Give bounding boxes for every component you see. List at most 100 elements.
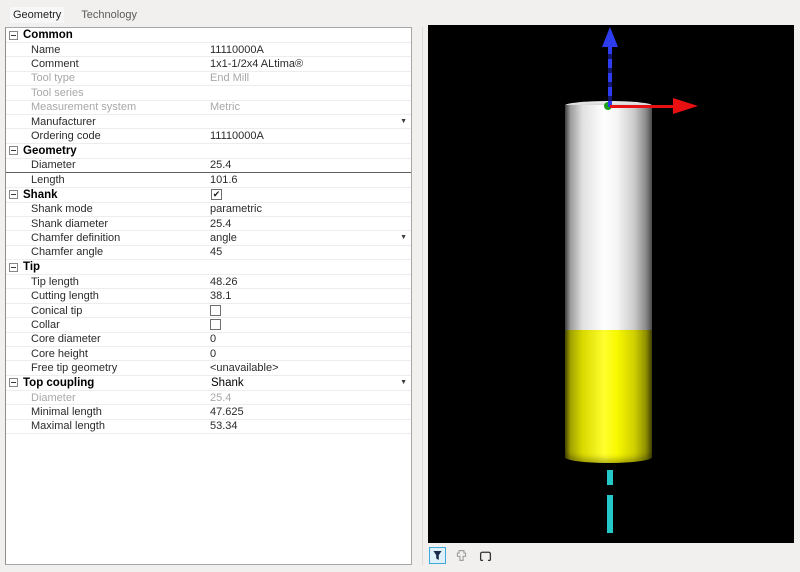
property-value-cell[interactable]: 47.625: [210, 406, 411, 418]
section-header-geometry[interactable]: Geometry: [6, 144, 411, 159]
collapse-icon[interactable]: [9, 190, 18, 199]
property-row-manufacturer: Manufacturer ▼: [6, 115, 411, 129]
property-value[interactable]: 25.4: [210, 159, 407, 171]
property-value-cell[interactable]: 25.4: [210, 159, 411, 171]
section-header-shank[interactable]: Shank✔: [6, 188, 411, 203]
collapse-icon[interactable]: [9, 263, 18, 272]
section-value-cell: Shank ▼: [211, 377, 411, 389]
tool-centerline-dash: [607, 495, 613, 533]
property-value-cell[interactable]: <unavailable>: [210, 362, 411, 374]
tab-technology[interactable]: Technology: [78, 7, 140, 23]
holder-visibility-button[interactable]: [453, 547, 470, 564]
property-value[interactable]: 0: [210, 333, 407, 345]
property-value[interactable]: <unavailable>: [210, 362, 407, 374]
dropdown-arrow-icon[interactable]: ▼: [400, 379, 407, 386]
property-label: Manufacturer: [6, 116, 210, 128]
property-label: Name: [6, 44, 210, 56]
property-value[interactable]: 48.26: [210, 276, 407, 288]
property-row-tool-series: Tool series: [6, 86, 411, 100]
property-value-cell[interactable]: 25.4: [210, 218, 411, 230]
property-value[interactable]: 101.6: [210, 174, 407, 186]
property-value[interactable]: 0: [210, 348, 407, 360]
property-value-cell: 25.4: [210, 392, 411, 404]
property-value-cell[interactable]: 101.6: [210, 174, 411, 186]
property-value: End Mill: [210, 72, 407, 84]
property-row-measurement-system: Measurement systemMetric: [6, 101, 411, 115]
property-value[interactable]: angle: [210, 232, 396, 244]
property-row-ordering-code: Ordering code11110000A: [6, 129, 411, 143]
property-label: Shank diameter: [6, 218, 210, 230]
property-row-conical-tip: Conical tip: [6, 304, 411, 318]
section-value[interactable]: Shank: [211, 377, 396, 389]
property-value-cell[interactable]: 45: [210, 246, 411, 258]
property-value-cell[interactable]: 48.26: [210, 276, 411, 288]
fit-view-button[interactable]: [477, 547, 494, 564]
property-value-cell[interactable]: 0: [210, 348, 411, 360]
property-row-tool-type: Tool typeEnd Mill: [6, 72, 411, 86]
property-value[interactable]: 1x1-1/2x4 ALtima®: [210, 58, 407, 70]
property-row-diameter: Diameter25.4: [6, 391, 411, 405]
property-label: Free tip geometry: [6, 362, 210, 374]
property-label: Maximal length: [6, 420, 210, 432]
property-value-cell[interactable]: [210, 305, 411, 316]
property-label: Ordering code: [6, 130, 210, 142]
property-label: Tip length: [6, 276, 210, 288]
property-value-cell[interactable]: angle ▼: [210, 232, 411, 244]
property-value-cell[interactable]: 1x1-1/2x4 ALtima®: [210, 58, 411, 70]
property-value[interactable]: parametric: [210, 203, 407, 215]
property-value[interactable]: 45: [210, 246, 407, 258]
property-value-cell[interactable]: parametric: [210, 203, 411, 215]
property-label: Minimal length: [6, 406, 210, 418]
collapse-icon[interactable]: [9, 378, 18, 387]
section-header-top-coupling[interactable]: Top couplingShank ▼: [6, 376, 411, 391]
tool-visibility-button[interactable]: [429, 547, 446, 564]
checkbox[interactable]: [210, 305, 221, 316]
property-value-cell[interactable]: 11110000A: [210, 44, 411, 56]
property-value-cell: End Mill: [210, 72, 411, 84]
property-value[interactable]: 53.34: [210, 420, 407, 432]
property-value[interactable]: 47.625: [210, 406, 407, 418]
property-row-minimal-length: Minimal length47.625: [6, 405, 411, 419]
property-value-cell[interactable]: 53.34: [210, 420, 411, 432]
z-axis-line: [608, 45, 612, 107]
property-value-cell[interactable]: 0: [210, 333, 411, 345]
property-row-collar: Collar: [6, 318, 411, 332]
property-value[interactable]: 25.4: [210, 218, 407, 230]
property-row-shank-mode: Shank modeparametric: [6, 203, 411, 217]
section-title-text: Common: [23, 29, 73, 41]
property-row-chamfer-definition: Chamfer definitionangle▼: [6, 231, 411, 245]
section-header-tip[interactable]: Tip: [6, 260, 411, 275]
collapse-icon[interactable]: [9, 31, 18, 40]
property-label: Core height: [6, 348, 210, 360]
collapse-icon[interactable]: [9, 146, 18, 155]
section-title: Geometry: [23, 145, 211, 157]
property-value-cell[interactable]: 11110000A: [210, 130, 411, 142]
dropdown-arrow-icon[interactable]: ▼: [400, 118, 407, 125]
section-header-common[interactable]: Common: [6, 28, 411, 43]
x-axis-arrowhead-icon: [673, 98, 698, 114]
property-row-core-height: Core height0: [6, 347, 411, 361]
tab-geometry[interactable]: Geometry: [10, 7, 64, 23]
property-value-cell[interactable]: ▼: [210, 118, 411, 125]
property-row-tip-length: Tip length48.26: [6, 275, 411, 289]
section-title: Top coupling: [23, 377, 211, 389]
property-row-comment: Comment1x1-1/2x4 ALtima®: [6, 57, 411, 71]
checkbox[interactable]: ✔: [211, 189, 222, 200]
tool-3d-viewport[interactable]: [428, 25, 794, 543]
tool-holder-icon: [455, 549, 468, 562]
checkbox[interactable]: [210, 319, 221, 330]
property-value[interactable]: 11110000A: [210, 44, 407, 56]
property-row-free-tip-geometry: Free tip geometry<unavailable>: [6, 361, 411, 375]
dropdown-arrow-icon[interactable]: ▼: [400, 234, 407, 241]
property-value[interactable]: 38.1: [210, 290, 407, 302]
property-value: 25.4: [210, 392, 407, 404]
property-value[interactable]: 11110000A: [210, 130, 407, 142]
property-value-cell[interactable]: [210, 319, 411, 330]
property-row-shank-diameter: Shank diameter25.4: [6, 217, 411, 231]
property-row-name: Name11110000A: [6, 43, 411, 57]
property-label: Diameter: [6, 159, 210, 171]
panel-splitter[interactable]: [422, 27, 423, 565]
property-row-length: Length101.6: [6, 173, 411, 187]
property-value-cell[interactable]: 38.1: [210, 290, 411, 302]
property-label: Collar: [6, 319, 210, 331]
